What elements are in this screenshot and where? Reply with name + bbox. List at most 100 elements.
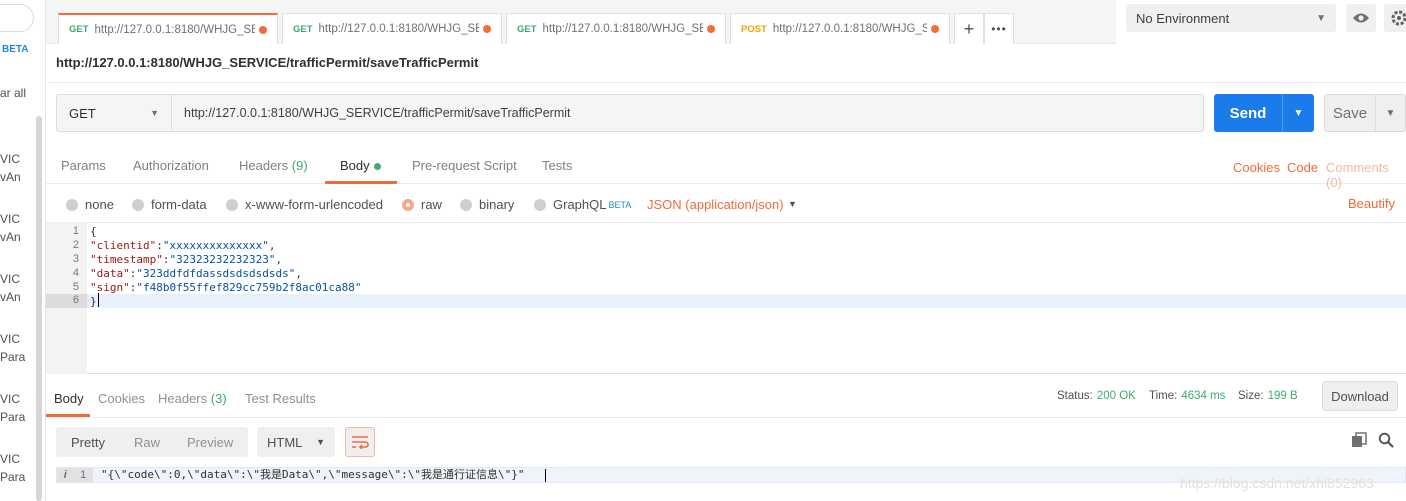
radio-none[interactable]: none bbox=[66, 197, 114, 212]
environment-quick-look-button[interactable] bbox=[1346, 4, 1376, 32]
tab-body-label: Body bbox=[340, 158, 370, 173]
response-tab-body[interactable]: Body bbox=[54, 391, 84, 406]
history-item[interactable]: VIC vAn bbox=[0, 270, 21, 306]
send-button[interactable]: Send ▼ bbox=[1214, 94, 1314, 132]
radio-circle-icon bbox=[460, 198, 472, 211]
tab-prerequest-script[interactable]: Pre-request Script bbox=[412, 158, 517, 173]
radio-raw[interactable]: raw bbox=[402, 197, 442, 212]
radio-selected-icon bbox=[402, 198, 414, 211]
tab-url: http://127.0.0.1:8180/WHJG_SE... bbox=[542, 23, 703, 35]
tab-headers[interactable]: Headers (9) bbox=[239, 158, 308, 173]
time-readout: Time: 4634 ms bbox=[1149, 390, 1226, 402]
radio-form-data[interactable]: form-data bbox=[132, 197, 207, 212]
code-line: { bbox=[90, 225, 97, 238]
history-item[interactable]: VIC Para bbox=[0, 450, 25, 486]
save-button[interactable]: Save ▼ bbox=[1324, 94, 1406, 132]
unsaved-dot-icon bbox=[931, 25, 939, 33]
sidebar-search-input[interactable] bbox=[0, 4, 34, 32]
add-tab-button[interactable]: + bbox=[954, 13, 984, 44]
view-preview-button[interactable]: Preview bbox=[187, 435, 233, 450]
tab-method: GET bbox=[517, 23, 537, 35]
tab-url: http://127.0.0.1:8180/WHJG_SE... bbox=[318, 23, 479, 35]
settings-button[interactable] bbox=[1384, 4, 1406, 32]
response-format-select[interactable]: HTML ▼ bbox=[257, 427, 335, 457]
request-tab[interactable]: GET http://127.0.0.1:8180/WHJG_SE... bbox=[506, 13, 726, 44]
unsaved-dot-icon bbox=[259, 25, 267, 34]
radio-circle-icon bbox=[534, 198, 546, 211]
search-icon bbox=[1378, 432, 1394, 448]
method-value: GET bbox=[69, 105, 96, 121]
tab-method: GET bbox=[293, 23, 313, 35]
status-readout: Status: 200 OK bbox=[1057, 390, 1136, 402]
download-button[interactable]: Download bbox=[1322, 381, 1398, 411]
info-icon: i bbox=[63, 469, 67, 481]
clear-all-link[interactable]: ar all bbox=[0, 86, 26, 100]
environment-select[interactable]: No Environment ▼ bbox=[1126, 4, 1336, 32]
line-number: 1 bbox=[72, 225, 79, 237]
tab-body[interactable]: Body bbox=[340, 158, 381, 173]
view-raw-button[interactable]: Raw bbox=[134, 435, 160, 450]
line-number: 5 bbox=[72, 281, 79, 293]
time-value: 4634 ms bbox=[1181, 390, 1226, 402]
request-tab[interactable]: GET http://127.0.0.1:8180/WHJG_SE... bbox=[282, 13, 502, 44]
code-line: } bbox=[90, 295, 97, 308]
radio-graphql[interactable]: GraphQL BETA bbox=[534, 197, 631, 212]
chevron-down-icon[interactable]: ▼ bbox=[1283, 108, 1314, 119]
text-cursor bbox=[545, 469, 546, 482]
chevron-down-icon: ▼ bbox=[1316, 12, 1326, 24]
chevron-down-icon[interactable]: ▼ bbox=[788, 199, 797, 209]
response-tab-headers[interactable]: Headers (3) bbox=[158, 391, 227, 406]
save-label: Save bbox=[1332, 104, 1368, 122]
code-line: "sign":"f48b0f55ffef829cc759b2f8ac01ca88… bbox=[90, 281, 362, 294]
code-line: "clientid":"xxxxxxxxxxxxxx", bbox=[90, 239, 276, 252]
line-number-gutter: i 1 bbox=[57, 468, 93, 482]
gear-icon bbox=[1391, 10, 1406, 26]
radio-circle-icon bbox=[132, 198, 144, 211]
content-type-select[interactable]: JSON (application/json) bbox=[647, 197, 784, 212]
cookies-link[interactable]: Cookies bbox=[1233, 160, 1280, 175]
tab-params[interactable]: Params bbox=[61, 158, 106, 173]
request-tab[interactable]: GET http://127.0.0.1:8180/WHJG_SE... bbox=[58, 13, 278, 44]
code-link[interactable]: Code bbox=[1287, 160, 1318, 175]
watermark: https://blog.csdn.net/xhl852963 bbox=[1180, 475, 1374, 491]
response-tab-cookies[interactable]: Cookies bbox=[98, 391, 145, 406]
wrap-icon bbox=[352, 436, 369, 449]
comments-link[interactable]: Comments (0) bbox=[1326, 160, 1406, 190]
url-input[interactable]: http://127.0.0.1:8180/WHJG_SERVICE/traff… bbox=[172, 94, 1204, 132]
history-item[interactable]: VIC vAn bbox=[0, 210, 21, 246]
wrap-lines-button[interactable] bbox=[345, 427, 375, 457]
chevron-down-icon: ▼ bbox=[316, 437, 325, 447]
history-item[interactable]: VIC vAn bbox=[0, 150, 21, 186]
sidebar-scrollbar[interactable] bbox=[36, 116, 42, 501]
beta-badge: BETA bbox=[608, 199, 632, 210]
tab-method: GET bbox=[69, 24, 89, 35]
request-tab[interactable]: POST http://127.0.0.1:8180/WHJG_S... bbox=[730, 13, 950, 44]
more-tabs-button[interactable]: ••• bbox=[984, 13, 1014, 44]
chevron-down-icon[interactable]: ▼ bbox=[1376, 108, 1405, 119]
beta-badge: BETA bbox=[2, 44, 29, 55]
radio-circle-icon bbox=[226, 198, 238, 211]
radio-circle-icon bbox=[66, 198, 78, 211]
headers-count: (3) bbox=[210, 391, 227, 406]
method-select[interactable]: GET ▼ bbox=[56, 94, 172, 132]
history-item[interactable]: VIC Para bbox=[0, 390, 25, 426]
active-line-highlight bbox=[87, 294, 1406, 308]
search-button[interactable] bbox=[1378, 432, 1394, 451]
tab-method: POST bbox=[741, 23, 767, 35]
copy-button[interactable] bbox=[1351, 432, 1367, 451]
history-item[interactable]: VIC Para bbox=[0, 330, 25, 366]
response-tab-test-results[interactable]: Test Results bbox=[245, 391, 316, 406]
view-pretty-button[interactable]: Pretty bbox=[71, 435, 105, 450]
code-line: "timestamp":"32323232232323", bbox=[90, 253, 283, 266]
tab-headers-label: Headers bbox=[239, 158, 289, 173]
tab-authorization[interactable]: Authorization bbox=[133, 158, 209, 173]
size-value: 199 B bbox=[1267, 390, 1298, 402]
send-label: Send bbox=[1229, 104, 1267, 122]
copy-icon bbox=[1352, 432, 1367, 447]
radio-urlencoded[interactable]: x-www-form-urlencoded bbox=[226, 197, 383, 212]
tab-tests[interactable]: Tests bbox=[542, 158, 572, 173]
request-tabs: Params Authorization Headers (9) Body Pr… bbox=[46, 146, 1406, 184]
radio-binary[interactable]: binary bbox=[460, 197, 514, 212]
beautify-link[interactable]: Beautify bbox=[1348, 196, 1395, 211]
body-editor[interactable]: 1 2 3 4 5 6 { "clientid":"xxxxxxxxxxxxxx… bbox=[46, 222, 1406, 374]
